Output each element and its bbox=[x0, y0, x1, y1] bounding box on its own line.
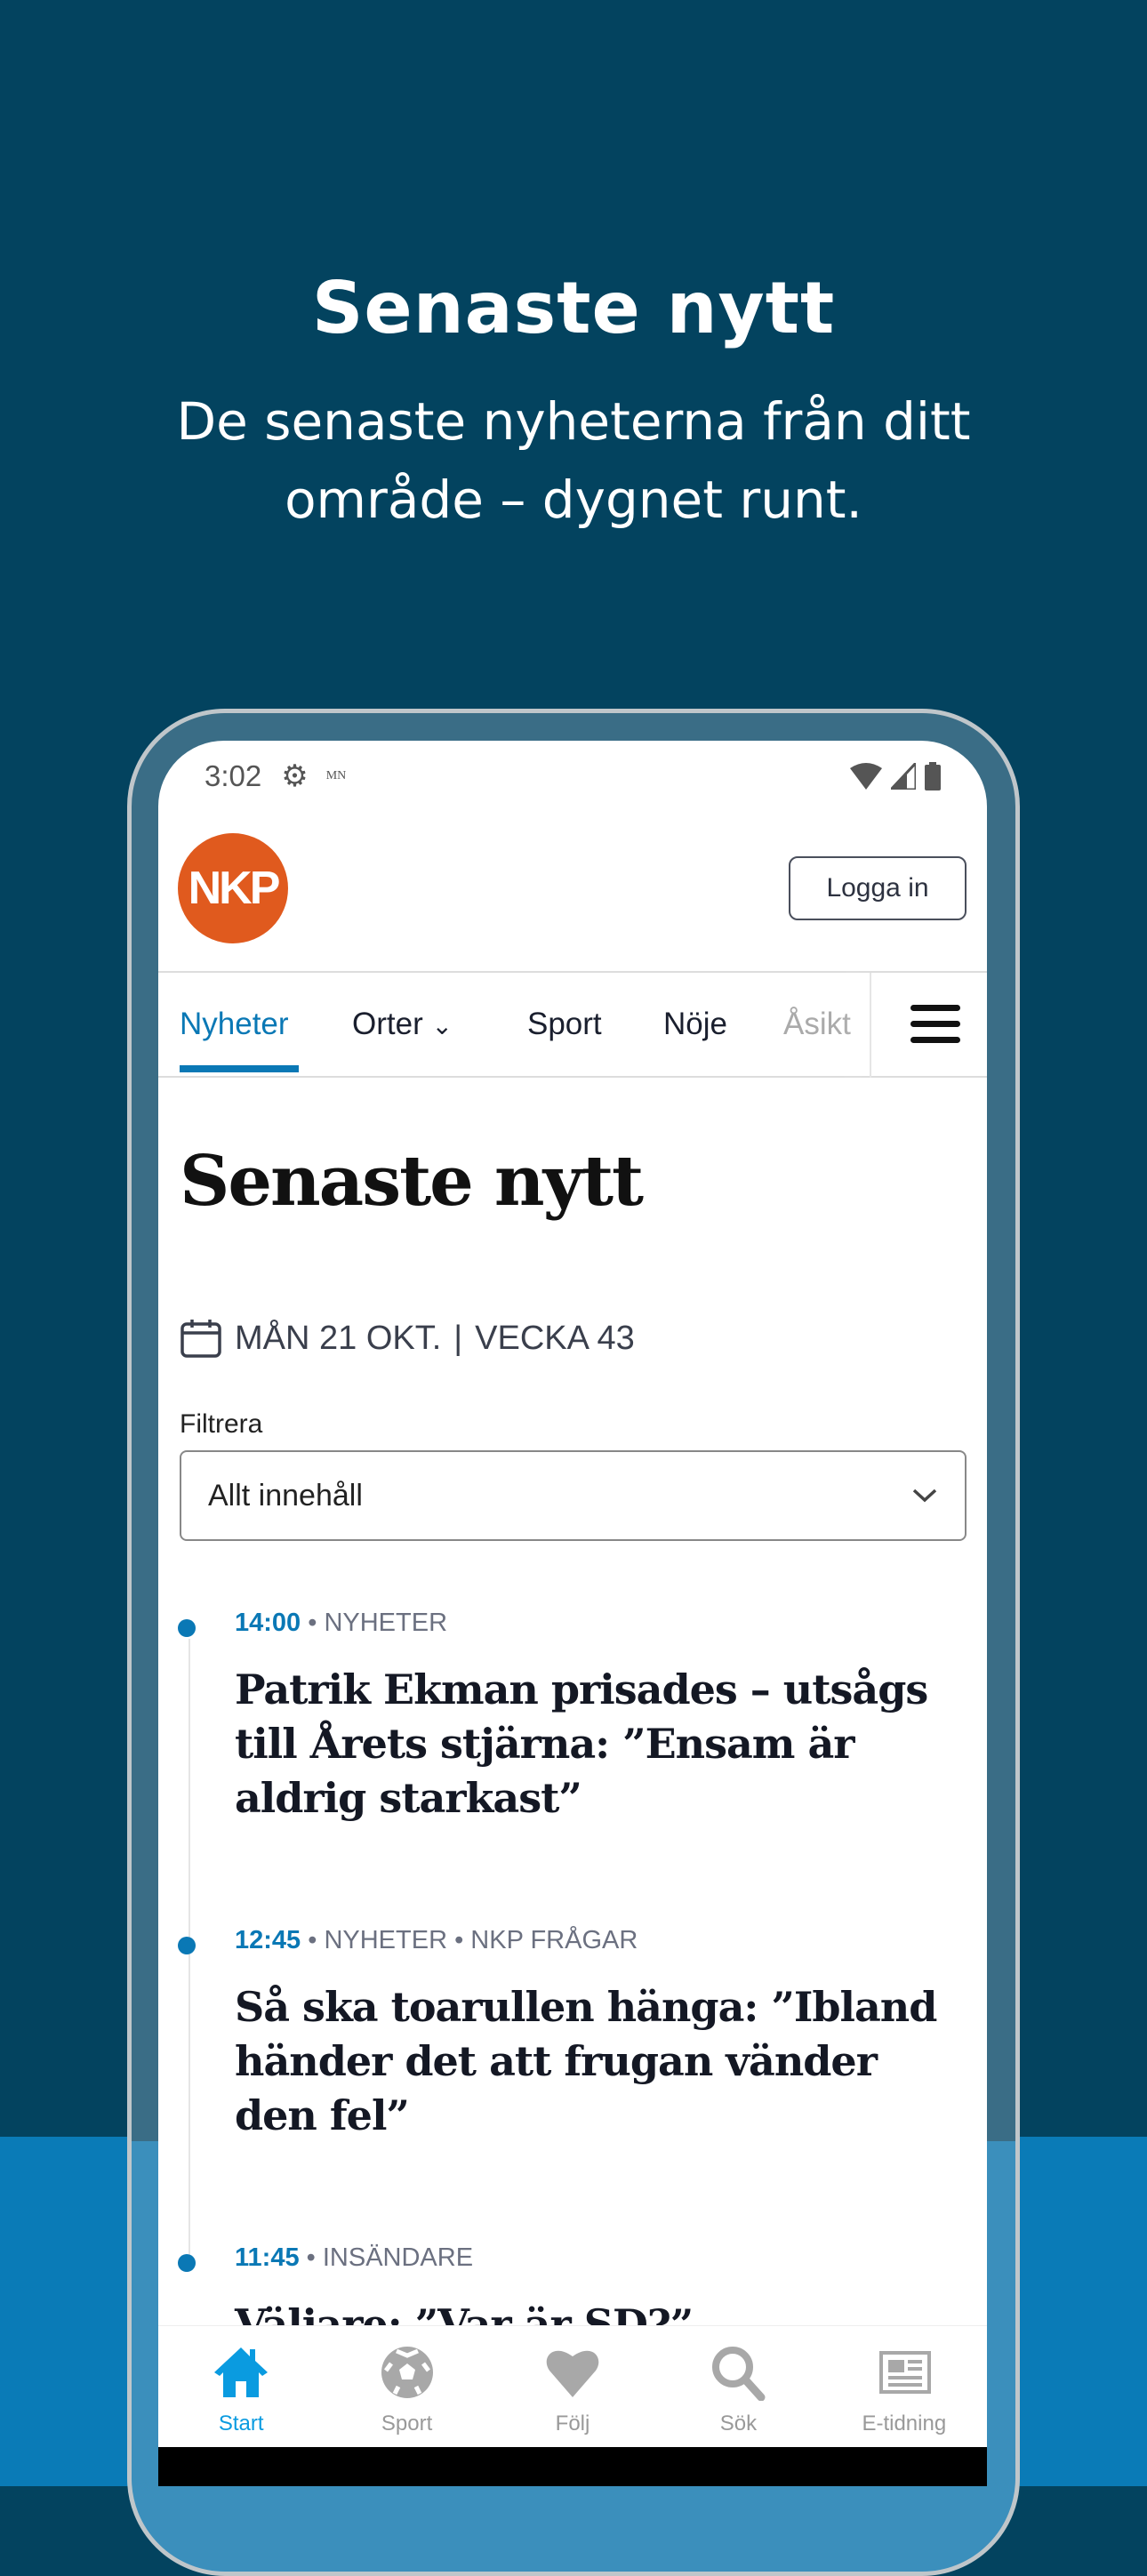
tab-start[interactable]: Start bbox=[158, 2326, 324, 2447]
status-time: 3:02 bbox=[205, 759, 262, 792]
carrier-label: MN bbox=[325, 769, 347, 782]
phone-screen: 3:02 ⚙ MN NKP Logga in Nyheter Orter ⌄ S… bbox=[158, 741, 987, 2486]
tab-label: E-tidning bbox=[862, 2411, 947, 2436]
tab-sport[interactable]: Sport bbox=[324, 2326, 489, 2447]
section-nav: Nyheter Orter ⌄ Sport Nöje Åsikt bbox=[158, 971, 987, 1078]
news-category: • INSÄNDARE bbox=[306, 2243, 474, 2272]
date-row: MÅN 21 OKT. | VECKA 43 bbox=[180, 1317, 635, 1360]
nav-item-nyheter[interactable]: Nyheter bbox=[180, 1007, 289, 1042]
news-time: 14:00 bbox=[235, 1609, 301, 1637]
tab-label: Sök bbox=[719, 2411, 758, 2436]
tab-e-tidning[interactable]: E-tidning bbox=[822, 2326, 987, 2447]
filter-select[interactable]: Allt innehåll bbox=[180, 1450, 967, 1541]
news-time: 11:45 bbox=[235, 2243, 300, 2272]
newspaper-icon bbox=[878, 2351, 931, 2394]
chevron-down-icon: ⌄ bbox=[431, 1012, 453, 1039]
date-separator: | bbox=[453, 1319, 463, 1357]
nkp-logo[interactable]: NKP bbox=[178, 833, 288, 943]
timeline-dot bbox=[178, 1937, 196, 1954]
news-item[interactable]: 12:45 • NYHETER • NKP FRÅGAR Så ska toaru… bbox=[178, 1926, 946, 2143]
news-category: • NYHETER • NKP FRÅGAR bbox=[308, 1926, 638, 1954]
hamburger-menu-icon[interactable] bbox=[910, 1005, 960, 1044]
active-tab-indicator bbox=[180, 1065, 299, 1072]
tab-folj[interactable]: Följ bbox=[490, 2326, 655, 2447]
bottom-tab-bar: Start Sport Följ Sök E-tidning bbox=[158, 2325, 987, 2447]
signal-icon bbox=[891, 763, 916, 790]
nav-item-sport[interactable]: Sport bbox=[527, 1007, 602, 1042]
nav-item-orter[interactable]: Orter ⌄ bbox=[352, 1007, 453, 1042]
filter-label: Filtrera bbox=[180, 1409, 263, 1439]
system-nav-bar bbox=[158, 2447, 987, 2486]
heart-icon bbox=[546, 2350, 599, 2397]
tab-sok[interactable]: Sök bbox=[655, 2326, 821, 2447]
login-button[interactable]: Logga in bbox=[789, 856, 967, 920]
news-category: • NYHETER bbox=[308, 1609, 448, 1637]
timeline-dot bbox=[178, 2254, 196, 2272]
chevron-down-icon bbox=[912, 1489, 937, 1503]
page-title: Senaste nytt bbox=[180, 1141, 644, 1222]
promo-subtitle: De senaste nyheterna från ditt område – d… bbox=[0, 382, 1147, 539]
home-icon bbox=[214, 2347, 269, 2397]
nav-item-noje[interactable]: Nöje bbox=[663, 1007, 727, 1042]
football-icon bbox=[381, 2347, 433, 2398]
nav-label: Orter bbox=[352, 1007, 423, 1041]
promo-title: Senaste nytt bbox=[311, 267, 836, 349]
news-headline[interactable]: Så ska toarullen hänga: ”Ibland händer d… bbox=[235, 1980, 946, 2143]
week-text: VECKA 43 bbox=[475, 1319, 635, 1357]
tab-label: Följ bbox=[555, 2411, 590, 2436]
gear-icon: ⚙ bbox=[281, 759, 309, 793]
status-bar: 3:02 ⚙ MN bbox=[205, 758, 941, 794]
subtitle-line: område – dygnet runt. bbox=[285, 469, 862, 530]
battery-icon bbox=[925, 762, 941, 790]
filter-value: Allt innehåll bbox=[208, 1478, 363, 1513]
search-icon bbox=[712, 2347, 766, 2401]
date-text: MÅN 21 OKT. bbox=[235, 1319, 442, 1357]
calendar-icon bbox=[180, 1320, 221, 1358]
news-headline[interactable]: Patrik Ekman prisades – utsågs till Året… bbox=[235, 1663, 946, 1826]
tab-label: Start bbox=[218, 2411, 264, 2436]
nav-divider bbox=[870, 973, 871, 1078]
news-item[interactable]: 14:00 • NYHETER Patrik Ekman prisades – u… bbox=[178, 1609, 946, 1826]
nav-item-asikt[interactable]: Åsikt bbox=[783, 1007, 851, 1042]
wifi-icon bbox=[850, 763, 882, 790]
timeline-dot bbox=[178, 1619, 196, 1637]
tab-label: Sport bbox=[381, 2411, 433, 2436]
subtitle-line: De senaste nyheterna från ditt bbox=[176, 391, 971, 452]
news-time: 12:45 bbox=[235, 1926, 301, 1954]
